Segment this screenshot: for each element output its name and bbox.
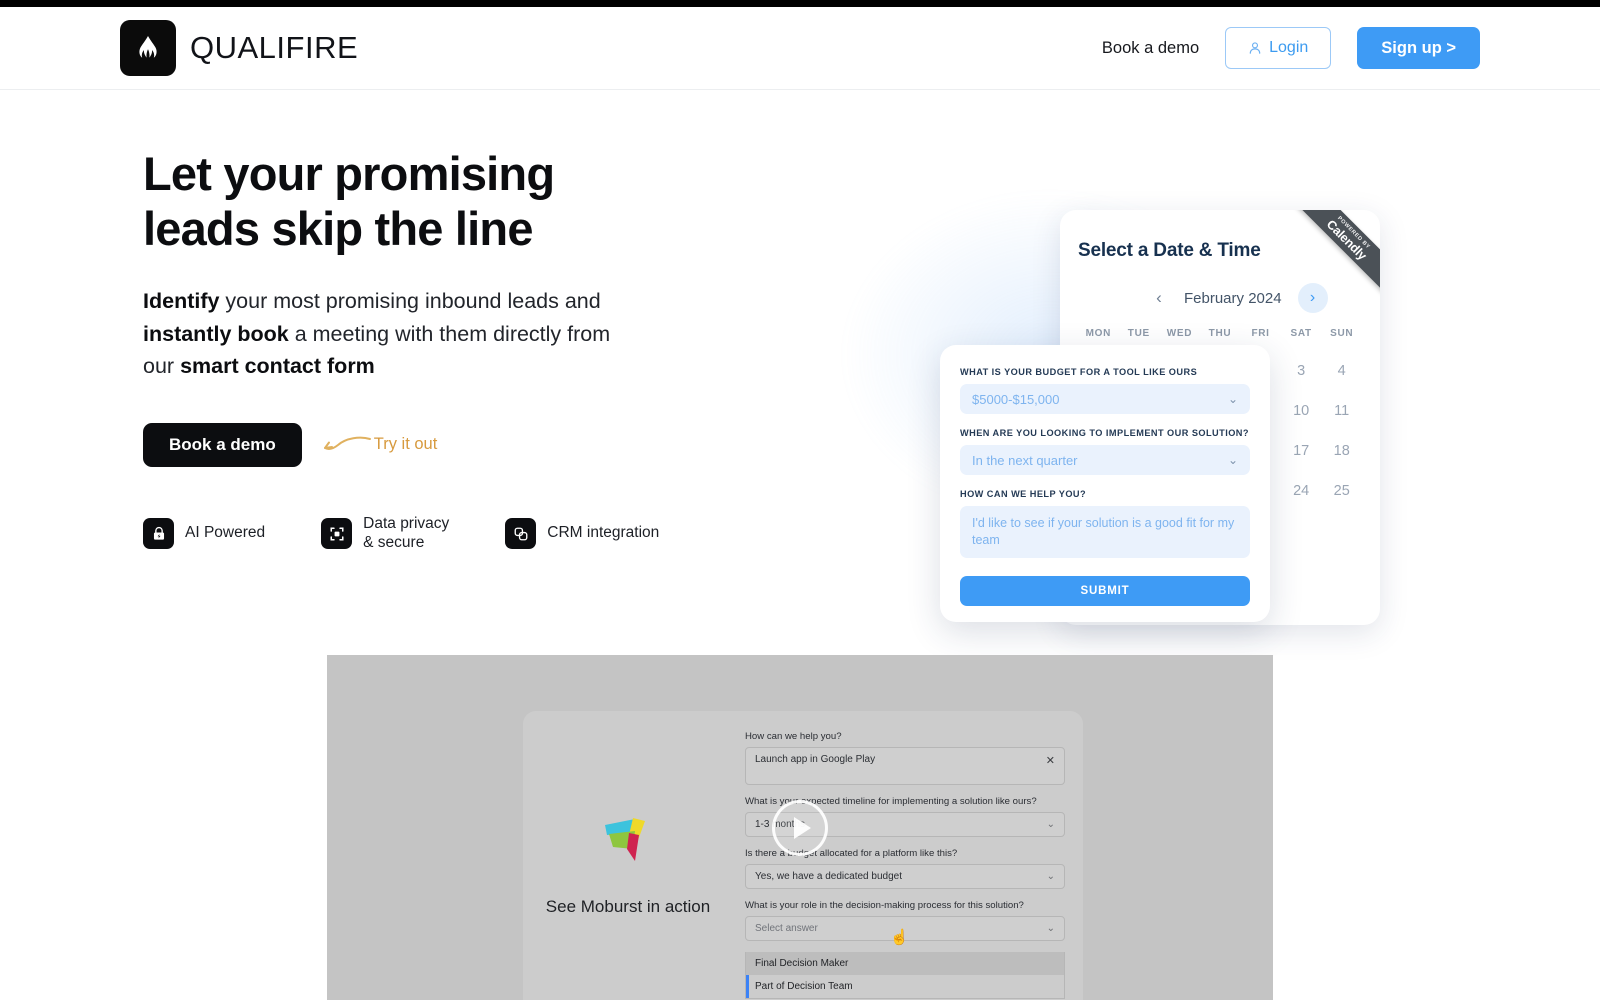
try-it-out-annotation: Try it out — [320, 431, 438, 459]
login-label: Login — [1269, 39, 1309, 56]
calendar-day[interactable]: 4 — [1321, 363, 1362, 379]
hero-sub-bold-3: smart contact form — [180, 354, 375, 379]
page-title: Let your promising leads skip the line — [143, 147, 763, 257]
feature-crm-integration: CRM integration — [505, 518, 660, 550]
signup-button[interactable]: Sign up > — [1357, 27, 1480, 69]
video-q3-select[interactable]: Yes, we have a dedicated budget ⌄ — [745, 864, 1065, 889]
chevron-down-icon: ⌄ — [1046, 871, 1055, 882]
video-q4-placeholder: Select answer — [755, 923, 818, 934]
calendar-dow: SUN — [1330, 328, 1354, 339]
calendar-dow: SAT — [1290, 328, 1312, 339]
video-q1-value: Launch app in Google Play — [755, 754, 876, 765]
hero-section: Let your promising leads skip the line I… — [0, 90, 1600, 640]
calendar-dow: MON — [1085, 328, 1111, 339]
hero-copy: Let your promising leads skip the line I… — [143, 147, 763, 553]
chevron-down-icon: ⌄ — [1227, 392, 1238, 406]
calendar-day[interactable]: 18 — [1321, 443, 1362, 459]
help-question-label: HOW CAN WE HELP YOU? — [960, 489, 1087, 499]
chevron-down-icon: ⌄ — [1046, 923, 1055, 934]
video-caption: See Moburst in action — [545, 897, 711, 916]
video-q1-input[interactable]: Launch app in Google Play ✕ — [745, 747, 1065, 785]
hero-subtitle: Identify your most promising inbound lea… — [143, 285, 613, 383]
secure-frame-icon — [321, 518, 353, 550]
curved-arrow-icon — [323, 436, 371, 450]
feature-label: AI Powered — [185, 524, 266, 542]
play-icon[interactable] — [772, 799, 828, 856]
chevron-left-icon[interactable]: ‹ — [1150, 288, 1168, 308]
hero-sub-text-1: your most promising inbound leads and — [219, 288, 601, 313]
book-demo-button[interactable]: Book a demo — [143, 422, 302, 467]
hero-sub-bold-1: Identify — [143, 288, 220, 313]
budget-value: $5000-$15,000 — [972, 391, 1060, 407]
calendar-dow: TUE — [1127, 328, 1150, 339]
calendar-nav: ‹ February 2024 › — [1150, 283, 1328, 313]
video-q1-label: How can we help you? — [745, 731, 842, 742]
calendar-month-label: February 2024 — [1184, 289, 1282, 307]
calendar-dow: FRI — [1251, 328, 1270, 339]
help-textarea[interactable]: I'd like to see if your solution is a go… — [960, 506, 1250, 558]
hero-cta-row: Book a demo Try it out — [143, 422, 763, 467]
calendar-title: Select a Date & Time — [1078, 240, 1261, 261]
timeline-value: In the next quarter — [972, 452, 1078, 468]
user-icon — [1249, 42, 1261, 54]
close-icon[interactable]: ✕ — [1046, 754, 1055, 767]
brand-logo[interactable]: QUALIFIRE — [120, 20, 358, 76]
login-button[interactable]: Login — [1225, 27, 1332, 69]
moburst-brand-block: See Moburst in action — [523, 711, 733, 1000]
lock-bolt-icon — [143, 518, 174, 550]
feature-ai-powered: AI Powered — [143, 518, 266, 550]
video-inner-card: See Moburst in action How can we help yo… — [523, 711, 1083, 1000]
feature-data-privacy: Data privacy & secure — [321, 515, 449, 553]
calendar-day[interactable]: 3 — [1281, 363, 1322, 379]
calendar-day[interactable]: 11 — [1321, 403, 1362, 419]
link-squares-icon — [505, 518, 537, 550]
chevron-down-icon: ⌄ — [1227, 453, 1238, 467]
chevron-down-icon: ⌄ — [1046, 819, 1055, 830]
browser-chrome-strip — [0, 0, 1600, 7]
video-q3-value: Yes, we have a dedicated budget — [755, 871, 902, 882]
dropdown-option[interactable]: Final Decision Maker — [746, 952, 1064, 975]
calendly-ribbon: POWERED BY Calendly — [1293, 210, 1380, 294]
dropdown-option[interactable]: Part of Decision Team — [746, 975, 1064, 998]
calendar-day[interactable]: 25 — [1321, 483, 1362, 499]
moburst-logo-icon — [605, 818, 645, 861]
site-header: QUALIFIRE Book a demo Login Sign up > — [0, 7, 1600, 90]
budget-select[interactable]: $5000-$15,000 ⌄ — [960, 384, 1250, 414]
try-it-out-label: Try it out — [373, 435, 438, 454]
contact-form-card: WHAT IS YOUR BUDGET FOR A TOOL LIKE OURS… — [940, 345, 1270, 622]
feature-label: Data privacy & secure — [363, 514, 450, 551]
header-nav: Book a demo Login Sign up > — [1102, 27, 1480, 69]
play-triangle — [793, 816, 811, 839]
pointer-cursor-icon: ☝ — [890, 929, 909, 946]
budget-question-label: WHAT IS YOUR BUDGET FOR A TOOL LIKE OURS — [960, 367, 1198, 377]
calendar-dow: WED — [1166, 328, 1193, 339]
video-q4-dropdown-list: Final Decision Maker Part of Decision Te… — [745, 952, 1065, 999]
timeline-select[interactable]: In the next quarter ⌄ — [960, 445, 1250, 475]
video-embedded-form: How can we help you? Launch app in Googl… — [745, 731, 1065, 999]
nav-book-demo[interactable]: Book a demo — [1102, 39, 1199, 58]
hero-feature-list: AI Powered Data privacy & secure CRM int… — [143, 515, 763, 553]
calendar-day[interactable]: 10 — [1281, 403, 1322, 419]
flame-icon — [120, 20, 176, 76]
video-q4-label: What is your role in the decision-making… — [745, 900, 1024, 911]
chevron-right-icon[interactable]: › — [1297, 283, 1328, 313]
hero-visual: Select a Date & Time ‹ February 2024 › M… — [830, 130, 1450, 625]
hero-sub-bold-2: instantly book — [143, 321, 289, 346]
calendar-dow: THU — [1208, 328, 1232, 339]
timeline-question-label: WHEN ARE YOU LOOKING TO IMPLEMENT OUR SO… — [960, 428, 1249, 438]
hero-title-line-1: Let your promising — [143, 147, 555, 200]
submit-button[interactable]: SUBMIT — [960, 576, 1250, 606]
feature-label: CRM integration — [547, 524, 660, 542]
calendar-day[interactable]: 17 — [1281, 443, 1322, 459]
brand-name: QUALIFIRE — [190, 30, 359, 65]
calendar-day[interactable]: 24 — [1281, 483, 1322, 499]
video-demo-section[interactable]: See Moburst in action How can we help yo… — [327, 655, 1273, 1000]
hero-title-line-2: leads skip the line — [143, 201, 533, 255]
